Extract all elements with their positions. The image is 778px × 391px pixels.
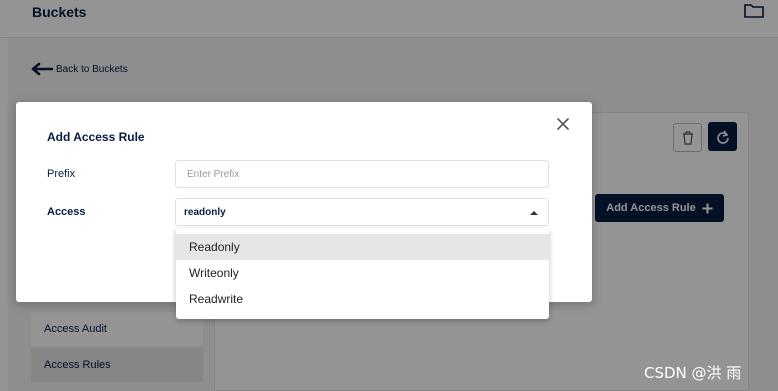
watermark: CSDN @洪 雨 [644,364,742,382]
prefix-input[interactable] [175,160,549,188]
close-icon[interactable] [555,116,571,132]
option-writeonly[interactable]: Writeonly [176,260,549,286]
prefix-label: Prefix [47,168,76,180]
access-dropdown-menu: Readonly Writeonly Readwrite [176,228,549,319]
modal-title: Add Access Rule [47,130,145,144]
option-readwrite[interactable]: Readwrite [176,286,549,312]
access-select[interactable]: readonly [175,198,549,226]
access-select-value: readonly [184,206,226,218]
access-label: Access [47,206,86,218]
caret-up-icon [530,211,538,215]
option-readonly[interactable]: Readonly [176,234,549,260]
